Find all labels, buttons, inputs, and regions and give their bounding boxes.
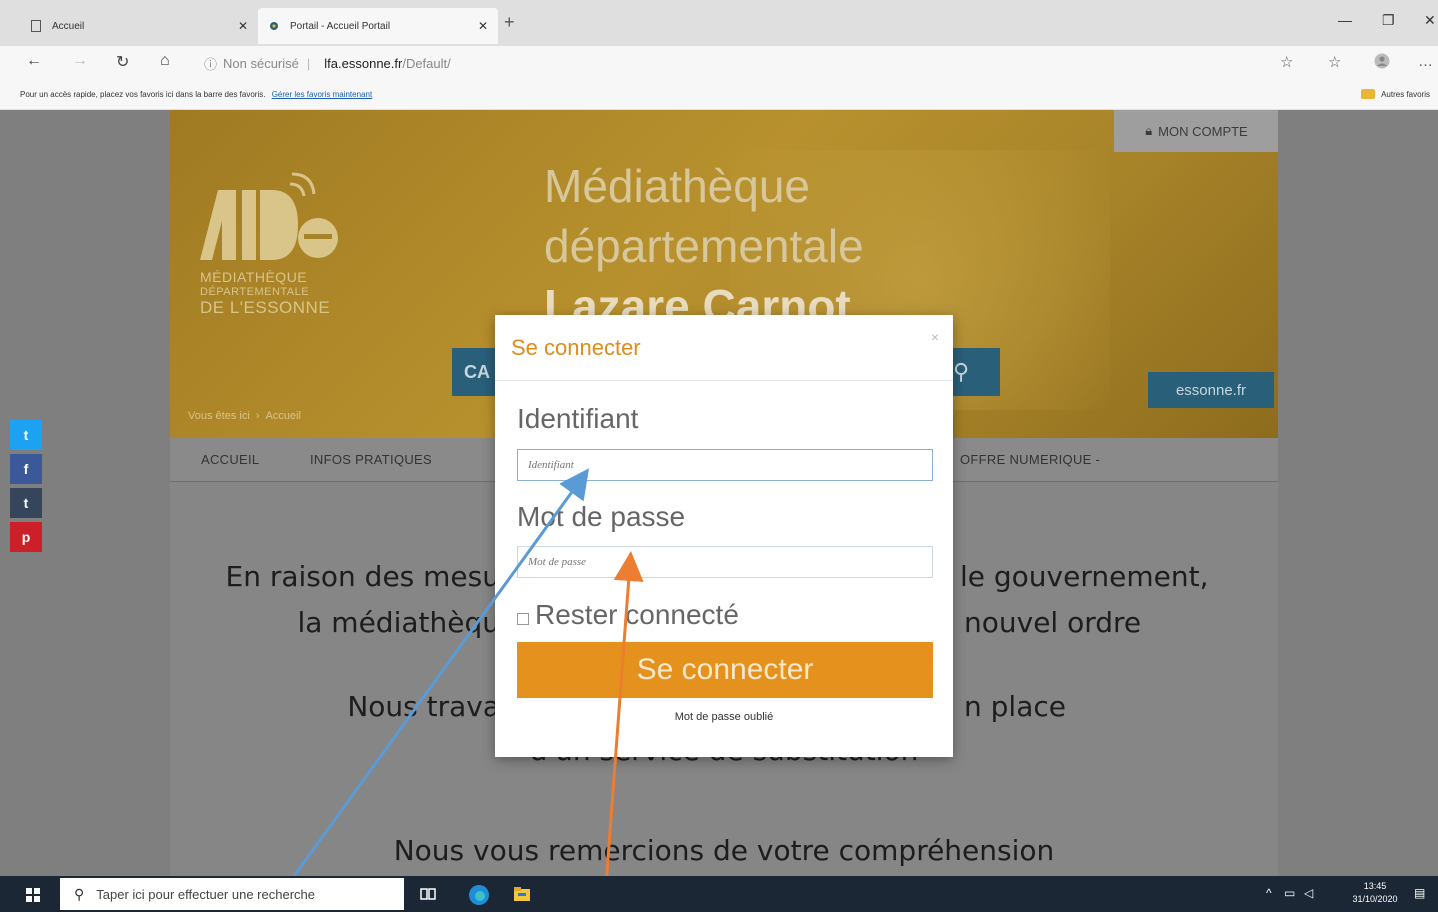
login-submit-button[interactable]: Se connecter — [517, 642, 933, 698]
favorites-bar: Pour un accès rapide, placez vos favoris… — [0, 80, 1438, 110]
address-bar-row: ← → ↻ ⌂ ⓘ Non sécurisé | lfa.essonne.fr … — [0, 46, 1438, 80]
search-icon: ⚲ — [74, 885, 85, 902]
edge-icon[interactable] — [468, 884, 489, 905]
password-input[interactable] — [517, 546, 933, 578]
tumblr-icon[interactable]: t — [10, 488, 42, 518]
back-icon[interactable]: ← — [26, 52, 42, 70]
favorites-message: Pour un accès rapide, placez vos favoris… — [20, 90, 266, 99]
star-icon[interactable]: ☆ — [1280, 53, 1293, 71]
remember-checkbox[interactable] — [517, 613, 529, 625]
minimize-icon[interactable]: — — [1338, 12, 1352, 28]
modal-title: Se connecter — [511, 335, 641, 360]
menu-item-infos-pratiques[interactable]: INFOS PRATIQUES — [310, 452, 432, 467]
pinterest-icon[interactable]: p — [10, 522, 42, 552]
favorites-icon[interactable]: ☆ — [1328, 53, 1341, 71]
tab-close-icon[interactable]: ✕ — [238, 19, 248, 33]
volume-icon[interactable]: ◁ — [1304, 886, 1313, 900]
password-label: Mot de passe — [517, 501, 686, 532]
tab-close-icon[interactable]: ✕ — [478, 19, 488, 33]
my-account-button[interactable]: 🔒︎ MON COMPTE — [1114, 110, 1278, 152]
new-tab-icon[interactable]: + — [504, 12, 515, 33]
remember-label[interactable]: Rester connecté — [535, 599, 739, 631]
security-label: Non sécurisé — [223, 55, 299, 71]
modal-header: Se connecter × — [495, 315, 953, 381]
tray-chevron-icon[interactable]: ^ — [1266, 886, 1272, 900]
url-field[interactable]: ⓘ Non sécurisé | lfa.essonne.fr /Default… — [204, 51, 1264, 75]
tab-label: Accueil — [52, 20, 85, 32]
lock-icon: 🔒︎ — [1145, 123, 1153, 138]
notifications-icon[interactable]: ▤ — [1414, 886, 1425, 900]
tab-portail[interactable]: Portail - Accueil Portail ✕ — [258, 8, 498, 44]
content-line: le gouvernement, — [960, 560, 1209, 593]
close-icon[interactable]: × — [931, 329, 939, 345]
menu-item-offre-numerique[interactable]: OFFRE NUMERIQUE - — [960, 452, 1100, 467]
essonne-link-button[interactable]: essonne.fr — [1148, 372, 1274, 408]
forward-icon[interactable]: → — [72, 52, 88, 70]
task-view-icon[interactable] — [418, 884, 438, 904]
screen: Accueil ✕ Portail - Accueil Portail ✕ + … — [0, 0, 1438, 912]
more-icon[interactable]: … — [1418, 53, 1433, 70]
content-line: la médiathèqu — [297, 606, 500, 639]
page-icon — [30, 20, 42, 32]
url-host: lfa.essonne.fr — [324, 55, 403, 71]
breadcrumb: Vous êtes ici › Accueil — [188, 410, 301, 422]
tab-accueil[interactable]: Accueil ✕ — [20, 8, 258, 44]
banner-title: Médiathèque départementale Lazare Carnot — [544, 160, 864, 332]
content-line: Nous vous remercions de votre compréhens… — [393, 834, 1055, 867]
other-favorites-label: Autres favoris — [1381, 89, 1430, 99]
home-icon[interactable]: ⌂ — [160, 52, 170, 70]
windows-start-icon[interactable] — [26, 888, 40, 902]
logo-text: MÉDIATHÈQUE DÉPARTEMENTALE DE L'ESSONNE — [200, 269, 331, 317]
other-favorites[interactable]: Autres favoris — [1361, 89, 1430, 99]
info-icon[interactable]: ⓘ — [204, 54, 217, 73]
windows-taskbar: ⚲ Taper ici pour effectuer une recherche… — [0, 876, 1438, 912]
maximize-icon[interactable]: ❐ — [1382, 12, 1395, 29]
profile-icon[interactable] — [1374, 53, 1390, 73]
menu-item-accueil[interactable]: ACCUEIL — [201, 452, 259, 467]
folder-icon — [1361, 89, 1376, 99]
file-explorer-icon[interactable] — [512, 884, 532, 904]
mde-logo-icon — [200, 172, 338, 260]
content-line: En raison des mesu — [225, 560, 500, 593]
manage-favorites-link[interactable]: Gérer les favoris maintenant — [272, 90, 373, 99]
forgot-password-link[interactable]: Mot de passe oublié — [495, 711, 953, 723]
clock-date: 31/10/2020 — [1352, 894, 1398, 904]
taskbar-search[interactable]: ⚲ Taper ici pour effectuer une recherche — [60, 878, 404, 910]
breadcrumb-current[interactable]: Accueil — [265, 410, 300, 422]
browser-tab-bar: Accueil ✕ Portail - Accueil Portail ✕ + … — [0, 0, 1438, 46]
url-path: /Default/ — [402, 55, 451, 71]
login-modal: Se connecter × Identifiant Mot de passe … — [495, 315, 953, 757]
close-window-icon[interactable]: ✕ — [1424, 12, 1436, 29]
remember-me: Rester connecté — [517, 599, 739, 631]
site-favicon-icon — [268, 20, 280, 32]
content-line: nouvel ordre — [964, 606, 1142, 639]
clock-time: 13:45 — [1363, 881, 1387, 891]
username-label: Identifiant — [517, 403, 639, 434]
username-input[interactable] — [517, 449, 933, 481]
tab-label: Portail - Accueil Portail — [290, 20, 391, 32]
refresh-icon[interactable]: ↻ — [116, 52, 129, 72]
network-icon[interactable]: ▭ — [1284, 886, 1295, 900]
content-line: Nous trava — [347, 690, 500, 723]
twitter-icon[interactable]: t — [10, 420, 42, 450]
facebook-icon[interactable]: f — [10, 454, 42, 484]
content-line: n place — [964, 690, 1066, 723]
clock[interactable]: 13:45 31/10/2020 — [1340, 880, 1410, 906]
